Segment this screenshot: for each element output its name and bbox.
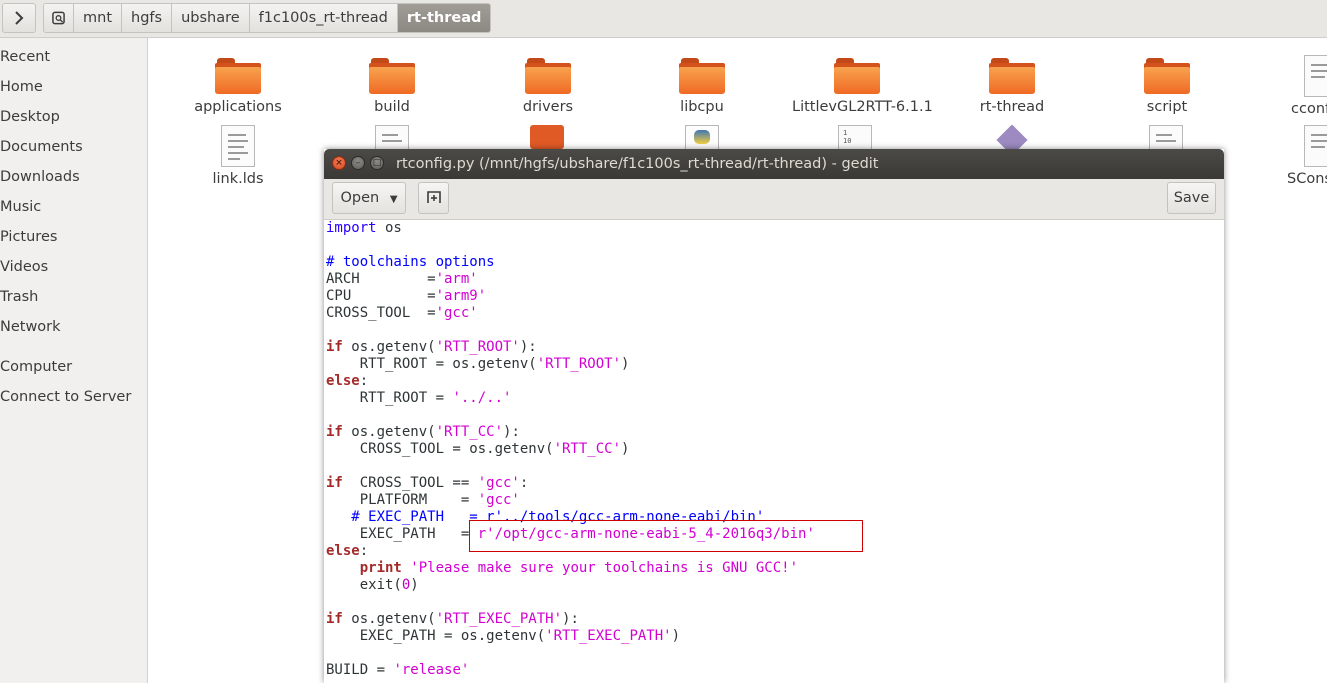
open-label: Open — [340, 190, 380, 206]
python-file-icon[interactable] — [530, 125, 564, 149]
code-line: RTT_ROOT = '../..' — [326, 390, 512, 406]
sidebar: Recent Home Desktop Documents Downloads … — [0, 38, 148, 683]
code-line: import os — [326, 220, 402, 236]
file-label: SCons — [1287, 171, 1327, 187]
text-file-icon — [375, 125, 409, 149]
folder-icon — [834, 55, 880, 95]
file-label: LittlevGL2RTT-6.1.1 — [792, 99, 933, 115]
open-button[interactable]: Open ▼ — [332, 182, 406, 214]
save-button[interactable]: Save — [1167, 182, 1216, 214]
sidebar-item-recent[interactable]: Recent — [0, 49, 50, 65]
code-line: exit(0) — [326, 577, 419, 593]
code-line: BUILD = 'release' — [326, 662, 470, 678]
gedit-window: × – □ rtconfig.py (/mnt/hgfs/ubshare/f1c… — [324, 149, 1224, 683]
text-file-icon — [1304, 125, 1327, 167]
code-line: PLATFORM = 'gcc' — [326, 492, 520, 508]
code-line: if os.getenv('RTT_EXEC_PATH'): — [326, 611, 579, 627]
code-line: else: — [326, 373, 369, 389]
minimize-icon[interactable]: – — [351, 156, 365, 170]
code-line: print 'Please make sure your toolchains … — [326, 560, 799, 576]
crumb-f1c100s[interactable]: f1c100s_rt-thread — [249, 4, 398, 32]
code-line: EXEC_PATH = os.getenv('RTT_EXEC_PATH') — [326, 628, 681, 644]
sidebar-item-network[interactable]: Network — [0, 319, 61, 335]
crumb-rt-thread[interactable]: rt-thread — [397, 4, 491, 32]
folder-icon — [1144, 55, 1190, 95]
new-document-button[interactable] — [418, 182, 449, 214]
file-label: applications — [194, 99, 282, 115]
sidebar-item-home[interactable]: Home — [0, 79, 43, 95]
sidebar-item-trash[interactable]: Trash — [0, 289, 38, 305]
code-editor[interactable]: import os # toolchains options ARCH ='ar… — [324, 220, 1224, 683]
sidebar-item-computer[interactable]: Computer — [0, 359, 72, 375]
sidebar-item-pictures[interactable]: Pictures — [0, 229, 57, 245]
new-document-icon — [426, 191, 441, 203]
file-label: libcpu — [680, 99, 724, 115]
maximize-icon[interactable]: □ — [370, 156, 384, 170]
folder-icon — [525, 55, 571, 95]
chevron-down-icon: ▼ — [389, 194, 398, 205]
title-bar[interactable]: × – □ rtconfig.py (/mnt/hgfs/ubshare/f1c… — [324, 149, 1224, 179]
file-label: cconf — [1291, 101, 1327, 117]
window-title: rtconfig.py (/mnt/hgfs/ubshare/f1c100s_r… — [396, 156, 879, 172]
sidebar-item-downloads[interactable]: Downloads — [0, 169, 80, 185]
file-label: link.lds — [212, 171, 264, 187]
file-label: drivers — [522, 99, 574, 115]
text-file-partial[interactable] — [1149, 125, 1183, 149]
folder-drivers[interactable]: drivers — [483, 55, 613, 115]
file-partial[interactable] — [375, 125, 409, 149]
back-chevron-icon[interactable] — [2, 3, 36, 33]
folder-icon — [369, 55, 415, 95]
file-label: script — [1146, 99, 1188, 115]
file-label: rt-thread — [979, 99, 1045, 115]
code-line: if os.getenv('RTT_ROOT'): — [326, 339, 537, 355]
code-line: ARCH ='arm' — [326, 271, 478, 287]
python-script-icon[interactable] — [685, 125, 719, 149]
code-line: if os.getenv('RTT_CC'): — [326, 424, 520, 440]
folder-script[interactable]: script — [1102, 55, 1232, 115]
code-line: CPU ='arm9' — [326, 288, 487, 304]
drive-icon[interactable] — [44, 4, 74, 32]
sidebar-item-documents[interactable]: Documents — [0, 139, 83, 155]
text-file-icon — [1304, 55, 1327, 97]
folder-build[interactable]: build — [327, 55, 457, 115]
archive-file-icon[interactable] — [995, 125, 1029, 149]
sidebar-item-videos[interactable]: Videos — [0, 259, 48, 275]
folder-icon — [989, 55, 1035, 95]
code-line: else: — [326, 543, 369, 559]
code-line: CROSS_TOOL = os.getenv('RTT_CC') — [326, 441, 630, 457]
sidebar-item-music[interactable]: Music — [0, 199, 41, 215]
file-label: build — [374, 99, 410, 115]
code-line: if CROSS_TOOL == 'gcc': — [326, 475, 529, 491]
crumb-hgfs[interactable]: hgfs — [122, 4, 173, 32]
file-scons[interactable]: SCons — [1287, 125, 1327, 187]
folder-littlevgl2rtt[interactable]: LittlevGL2RTT-6.1.1 — [792, 55, 933, 115]
crumb-ubshare[interactable]: ubshare — [172, 4, 250, 32]
highlight-box — [469, 520, 863, 552]
sidebar-item-connect-to-server[interactable]: Connect to Server — [0, 389, 131, 405]
file-link-lds[interactable]: link.lds — [173, 125, 303, 187]
code-line: # toolchains options — [326, 254, 495, 270]
breadcrumb: mnt hgfs ubshare f1c100s_rt-thread rt-th… — [43, 3, 492, 33]
folder-icon — [215, 55, 261, 95]
code-line: RTT_ROOT = os.getenv('RTT_ROOT') — [326, 356, 630, 372]
file-cconf[interactable]: cconf — [1287, 55, 1327, 117]
crumb-mnt[interactable]: mnt — [74, 4, 122, 32]
binary-file-icon[interactable]: 1 10 — [838, 125, 872, 149]
path-bar: mnt hgfs ubshare f1c100s_rt-thread rt-th… — [0, 0, 1327, 38]
code-line: CROSS_TOOL ='gcc' — [326, 305, 478, 321]
sidebar-item-desktop[interactable]: Desktop — [0, 109, 60, 125]
folder-icon — [679, 55, 725, 95]
close-icon[interactable]: × — [332, 156, 346, 170]
folder-applications[interactable]: applications — [173, 55, 303, 115]
text-file-icon — [221, 125, 255, 167]
toolbar: Open ▼ Save — [324, 179, 1224, 220]
folder-rt-thread[interactable]: rt-thread — [947, 55, 1077, 115]
folder-libcpu[interactable]: libcpu — [637, 55, 767, 115]
